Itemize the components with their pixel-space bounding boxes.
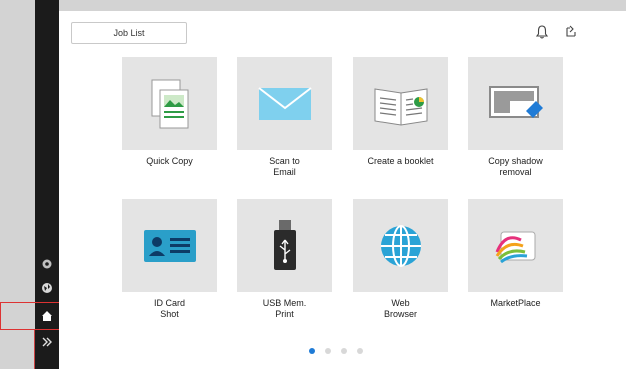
tile-label: Quick Copy [146, 156, 193, 166]
tile-usb-mem-print[interactable]: USB Mem. Print [237, 199, 332, 320]
tile-label: Web Browser [383, 298, 417, 319]
settings-icon[interactable] [41, 258, 53, 270]
tile-label: MarketPlace [490, 298, 541, 308]
device-home-screen: Job List Quick Copy Scan to Email Create… [0, 0, 626, 369]
marketplace-icon [468, 199, 563, 292]
tile-label: ID Card Shot [153, 298, 185, 319]
job-list-button[interactable]: Job List [71, 22, 187, 44]
expand-icon[interactable] [41, 336, 53, 348]
globe-icon[interactable] [41, 282, 53, 294]
tile-web-browser[interactable]: Web Browser [353, 199, 448, 320]
tile-marketplace[interactable]: MarketPlace [468, 199, 563, 309]
home-icon[interactable] [41, 310, 53, 322]
tile-label: Create a booklet [367, 156, 434, 166]
copy-document-icon [122, 57, 217, 150]
envelope-icon [237, 57, 332, 150]
globe-icon [353, 199, 448, 292]
main-panel: Job List Quick Copy Scan to Email Create… [59, 11, 626, 369]
tile-label: Copy shadow removal [488, 156, 543, 177]
page-dot-3[interactable] [341, 348, 347, 354]
tile-label: Scan to Email [269, 156, 300, 177]
tile-id-card-shot[interactable]: ID Card Shot [122, 199, 217, 320]
page-dot-2[interactable] [325, 348, 331, 354]
tile-quick-copy[interactable]: Quick Copy [122, 57, 217, 167]
page-dot-4[interactable] [357, 348, 363, 354]
callout-line [34, 330, 35, 369]
id-card-icon [122, 199, 217, 292]
eraser-screen-icon [468, 57, 563, 150]
usb-drive-icon [237, 199, 332, 292]
bell-icon[interactable] [532, 22, 552, 42]
tile-scan-to-email[interactable]: Scan to Email [237, 57, 332, 178]
tile-create-booklet[interactable]: Create a booklet [353, 57, 448, 167]
tile-copy-shadow-removal[interactable]: Copy shadow removal [468, 57, 563, 178]
booklet-icon [353, 57, 448, 150]
page-dot-1[interactable] [309, 348, 315, 354]
refresh-icon[interactable] [561, 22, 581, 42]
tile-label: USB Mem. Print [262, 298, 307, 319]
page-indicator [309, 347, 389, 355]
left-sidebar [35, 0, 59, 369]
